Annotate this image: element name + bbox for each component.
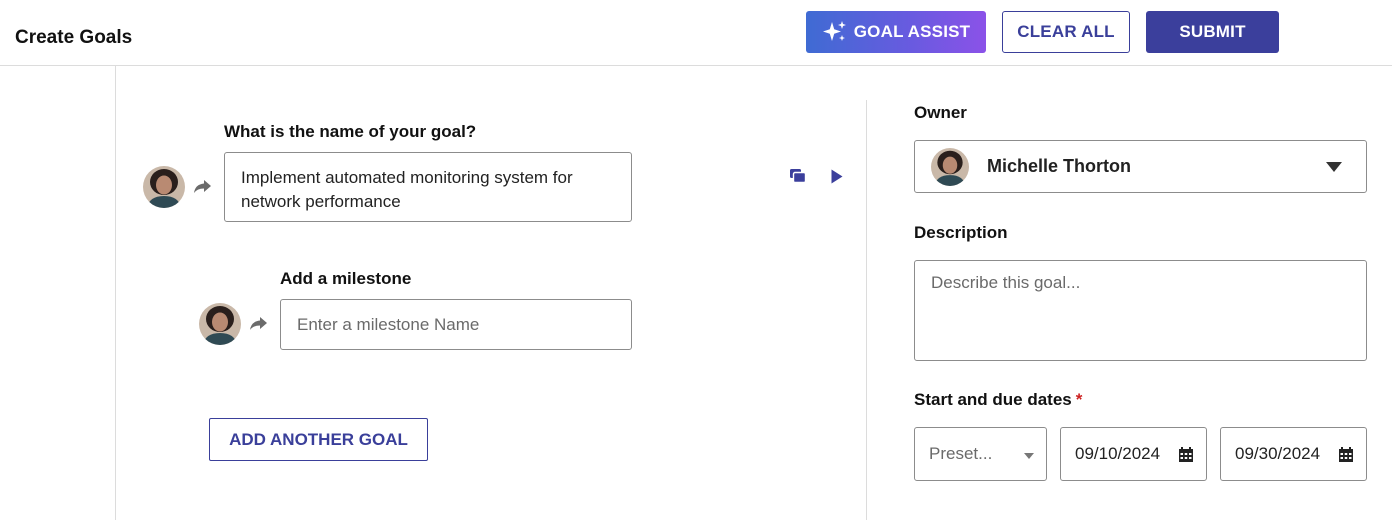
preset-placeholder: Preset... — [929, 444, 993, 463]
submit-button[interactable]: SUBMIT — [1146, 11, 1279, 53]
caret-down-icon — [1326, 162, 1342, 172]
milestone-label: Add a milestone — [280, 269, 412, 288]
due-date-value: 09/30/2024 — [1235, 444, 1321, 463]
caret-down-icon — [1024, 453, 1034, 459]
calendar-icon[interactable] — [1178, 447, 1194, 463]
avatar[interactable] — [199, 303, 241, 345]
owner-select[interactable]: Michelle Thorton — [914, 140, 1367, 193]
owner-label: Owner — [914, 103, 967, 122]
page-header: Create Goals GOAL ASSIST CLEAR ALL SUBMI… — [0, 0, 1392, 66]
calendar-icon[interactable] — [1338, 447, 1354, 463]
avatar[interactable] — [143, 166, 185, 208]
start-date-value: 09/10/2024 — [1075, 444, 1161, 463]
owner-name: Michelle Thorton — [987, 156, 1131, 176]
clear-all-button[interactable]: CLEAR ALL — [1002, 11, 1130, 53]
add-another-goal-button[interactable]: ADD ANOTHER GOAL — [209, 418, 428, 461]
milestone-input[interactable]: Enter a milestone Name — [280, 299, 632, 350]
column-divider — [866, 100, 867, 520]
start-date-input[interactable]: 09/10/2024 — [1060, 427, 1207, 481]
page-title: Create Goals — [15, 27, 133, 48]
copy-icon[interactable] — [789, 168, 807, 184]
required-marker: * — [1075, 390, 1083, 409]
dates-label: Start and due dates * — [914, 390, 1082, 410]
play-icon[interactable] — [830, 168, 844, 185]
description-label: Description — [914, 223, 1008, 242]
goal-name-input[interactable]: Implement automated monitoring system fo… — [224, 152, 632, 222]
left-divider — [115, 66, 116, 520]
preset-select[interactable]: Preset... — [914, 427, 1047, 481]
goal-assist-button[interactable]: GOAL ASSIST — [806, 11, 986, 53]
sparkle-icon — [822, 21, 846, 41]
dates-label-text: Start and due dates — [914, 390, 1072, 409]
avatar — [931, 147, 969, 186]
due-date-input[interactable]: 09/30/2024 — [1220, 427, 1367, 481]
description-textarea[interactable]: Describe this goal... — [914, 260, 1367, 361]
share-arrow-icon[interactable] — [192, 179, 212, 195]
share-arrow-icon[interactable] — [248, 316, 268, 332]
goal-assist-label: GOAL ASSIST — [853, 22, 971, 41]
goal-name-label: What is the name of your goal? — [224, 122, 477, 141]
